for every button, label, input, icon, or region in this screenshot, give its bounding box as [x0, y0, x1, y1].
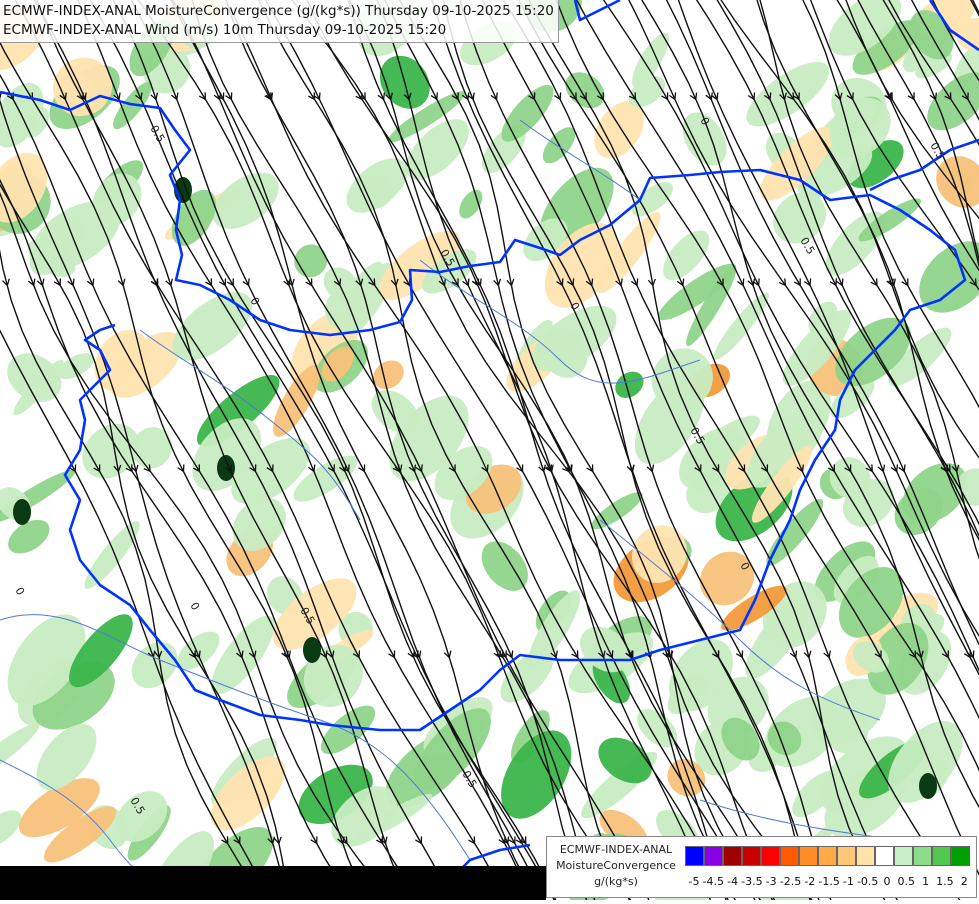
legend-swatch — [913, 846, 932, 866]
legend-tick: 0.5 — [898, 875, 916, 888]
legend-tick: 0 — [884, 875, 891, 888]
legend-swatch — [685, 846, 704, 866]
legend-swatch — [818, 846, 837, 866]
legend-swatches — [685, 846, 970, 866]
legend-swatch — [799, 846, 818, 866]
legend-swatch — [780, 846, 799, 866]
strong-convergence-core — [13, 499, 31, 525]
legend-tick: -4 — [727, 875, 738, 888]
strong-convergence-core — [919, 773, 937, 799]
map-bottom-strip — [0, 866, 546, 900]
weather-map[interactable]: 0.500.500.500.50-0.50.500.500.5 — [0, 0, 979, 900]
legend-swatch — [704, 846, 723, 866]
legend-swatch — [837, 846, 856, 866]
legend-tick: -0.5 — [857, 875, 878, 888]
legend-tick: -1 — [843, 875, 854, 888]
legend-tick: -2 — [804, 875, 815, 888]
legend-tick: -5 — [689, 875, 700, 888]
legend-swatch — [856, 846, 875, 866]
legend-tick: 2 — [961, 875, 968, 888]
color-legend: ECMWF-INDEX-ANAL MoistureConvergence g/(… — [546, 836, 977, 898]
legend-tick: 1.5 — [936, 875, 954, 888]
legend-tick: -3 — [766, 875, 777, 888]
legend-swatch — [932, 846, 951, 866]
legend-tick: -3.5 — [741, 875, 762, 888]
legend-swatch — [894, 846, 913, 866]
header-line-wind: ECMWF-INDEX-ANAL Wind (m/s) 10m Thursday… — [3, 21, 554, 40]
map-header: ECMWF-INDEX-ANAL MoistureConvergence (g/… — [0, 0, 559, 43]
legend-tick: -4.5 — [703, 875, 724, 888]
map-canvas: 0.500.500.500.50-0.50.500.500.5 — [0, 0, 979, 900]
legend-parameter: MoistureConvergence — [549, 859, 683, 873]
legend-swatch — [742, 846, 761, 866]
legend-model: ECMWF-INDEX-ANAL — [549, 843, 683, 857]
header-line-moisture: ECMWF-INDEX-ANAL MoistureConvergence (g/… — [3, 2, 554, 21]
legend-tick: -2.5 — [780, 875, 801, 888]
legend-tick: 1 — [922, 875, 929, 888]
legend-ticks: -5-4.5-4-3.5 -3-2.5-2-1.5 -1-0.5 0 0.5 1 1.5 2 — [679, 875, 975, 891]
legend-swatch — [875, 846, 894, 866]
legend-unit: g/(kg*s) — [549, 875, 683, 889]
legend-swatch — [951, 846, 970, 866]
legend-swatch — [761, 846, 780, 866]
legend-tick: -1.5 — [818, 875, 839, 888]
legend-swatch — [723, 846, 742, 866]
